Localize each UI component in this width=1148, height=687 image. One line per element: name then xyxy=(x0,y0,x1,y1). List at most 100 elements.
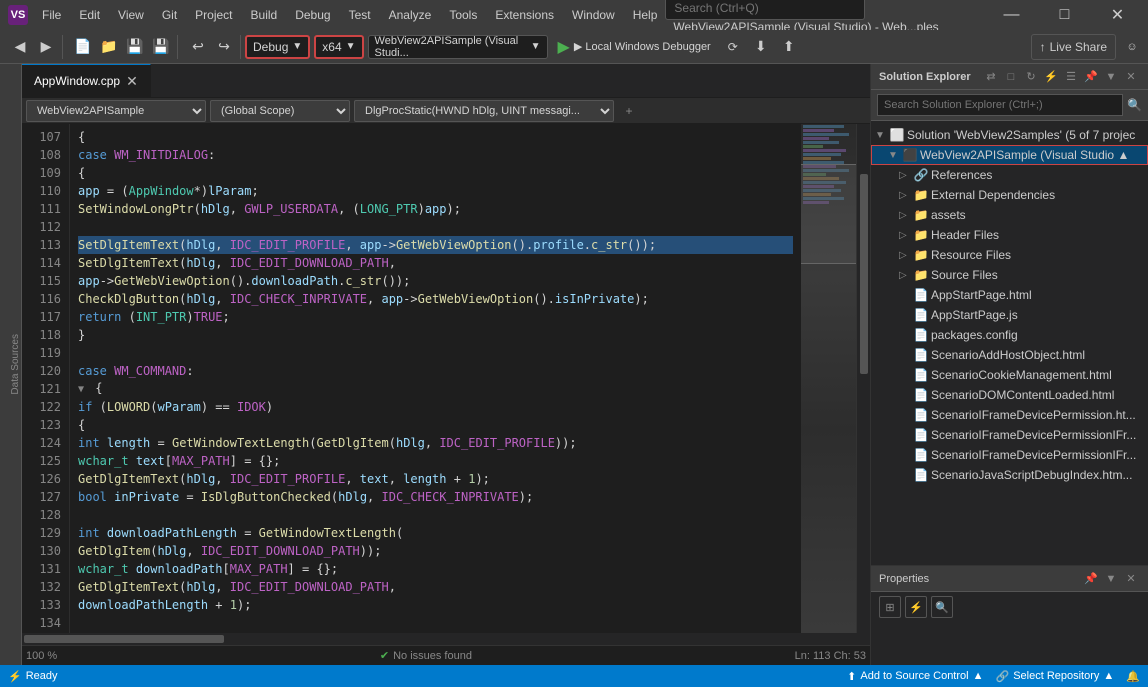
add-to-source-control-button[interactable]: ⬆ Add to Source Control ▲ xyxy=(847,670,983,683)
properties-close-button[interactable]: ✕ xyxy=(1122,570,1140,588)
se-sync-button[interactable]: ⇄ xyxy=(982,68,1000,86)
live-share-button[interactable]: ↑ Live Share xyxy=(1031,34,1116,60)
tree-item-appstartpage-html[interactable]: 📄 AppStartPage.html xyxy=(871,285,1148,305)
tree-item-resource-files[interactable]: ▷ 📁 Resource Files xyxy=(871,245,1148,265)
left-sidebar: Data Sources Toolbox xyxy=(0,64,22,665)
feedback-button[interactable]: ☺ xyxy=(1120,35,1144,59)
tree-item-scenario-cookie[interactable]: 📄 ScenarioCookieManagement.html xyxy=(871,365,1148,385)
add-tab-button[interactable]: + xyxy=(618,100,640,122)
debug-config-dropdown[interactable]: Debug ▼ xyxy=(245,35,310,59)
scroll-thumb[interactable] xyxy=(860,174,868,374)
se-pin-button[interactable]: 📌 xyxy=(1082,68,1100,86)
tree-item-scenario-iframe3[interactable]: 📄 ScenarioIFrameDevicePermissionIFr... xyxy=(871,445,1148,465)
live-share-icon: ↑ xyxy=(1040,40,1046,54)
scroll-indicator[interactable] xyxy=(856,124,870,633)
scroll-thumb-horizontal[interactable] xyxy=(24,635,224,643)
forward-button[interactable]: ▶ xyxy=(34,35,58,59)
menu-window[interactable]: Window xyxy=(564,6,623,24)
se-menu-button[interactable]: ▼ xyxy=(1102,68,1120,86)
solution-explorer: Solution Explorer ⇄ □ ↻ ⚡ ☰ 📌 ▼ ✕ 🔍 ▼ ⬜ xyxy=(870,64,1148,665)
save-all-button[interactable]: 💾 xyxy=(149,35,173,59)
tree-item-scenario-dom[interactable]: 📄 ScenarioDOMContentLoaded.html xyxy=(871,385,1148,405)
tree-item-header-files[interactable]: ▷ 📁 Header Files xyxy=(871,225,1148,245)
tree-item-assets[interactable]: ▷ 📁 assets xyxy=(871,205,1148,225)
horizontal-scrollbar[interactable] xyxy=(22,633,870,645)
menu-analyze[interactable]: Analyze xyxy=(381,6,440,24)
ready-icon: ⚡ xyxy=(8,670,22,683)
se-collapse-button[interactable]: □ xyxy=(1002,68,1020,86)
close-button[interactable]: ✕ xyxy=(1095,0,1140,30)
se-refresh-button[interactable]: ↻ xyxy=(1022,68,1040,86)
platform-dropdown[interactable]: x64 ▼ xyxy=(314,35,363,59)
tab-appwindow-cpp[interactable]: AppWindow.cpp ✕ xyxy=(22,64,151,98)
se-close-button[interactable]: ✕ xyxy=(1122,68,1140,86)
zoom-level[interactable]: 100 % xyxy=(26,650,57,662)
data-sources-tab[interactable]: Data Sources xyxy=(10,334,21,395)
select-repository-button[interactable]: 🔗 Select Repository ▲ xyxy=(995,670,1114,683)
tree-item-project[interactable]: ▼ ⬛ WebView2APISample (Visual Studio ▲ xyxy=(871,145,1148,165)
properties-search-button[interactable]: 🔍 xyxy=(931,596,953,618)
menu-tools[interactable]: Tools xyxy=(441,6,485,24)
tree-item-scenario-addhost[interactable]: 📄 ScenarioAddHostObject.html xyxy=(871,345,1148,365)
resource-files-label: Resource Files xyxy=(931,248,1011,262)
start-debugger-button[interactable]: ▶ ▶ Local Windows Debugger xyxy=(552,35,717,59)
step-out-button[interactable]: ⬆ xyxy=(777,35,801,59)
properties-grid-button[interactable]: ⊞ xyxy=(879,596,901,618)
undo-button[interactable]: ↩ xyxy=(186,35,210,59)
se-settings-button[interactable]: ☰ xyxy=(1062,68,1080,86)
menu-help[interactable]: Help xyxy=(625,6,666,24)
back-button[interactable]: ◀ xyxy=(8,35,32,59)
menu-view[interactable]: View xyxy=(110,6,152,24)
scope-dropdown-1[interactable]: WebView2APISample xyxy=(26,100,206,122)
menu-file[interactable]: File xyxy=(34,6,69,24)
code-content[interactable]: { case WM_INITDIALOG: { app = (AppWindow… xyxy=(70,124,801,633)
tree-item-scenario-js[interactable]: 📄 ScenarioJavaScriptDebugIndex.htm... xyxy=(871,465,1148,485)
save-button[interactable]: 💾 xyxy=(123,35,147,59)
se-header: Solution Explorer ⇄ □ ↻ ⚡ ☰ 📌 ▼ ✕ xyxy=(871,64,1148,90)
code-line-125: wchar_t text[MAX_PATH] = {}; xyxy=(78,452,793,470)
properties-pin-button[interactable]: 📌 xyxy=(1082,570,1100,588)
new-file-button[interactable]: 📄 xyxy=(71,35,95,59)
notifications-button[interactable]: 🔔 xyxy=(1126,670,1140,683)
tree-item-packages-config[interactable]: 📄 packages.config xyxy=(871,325,1148,345)
menu-project[interactable]: Project xyxy=(187,6,240,24)
scope-dropdown-3[interactable]: DlgProcStatic(HWND hDlg, UINT messagi... xyxy=(354,100,614,122)
step-in-button[interactable]: ⬇ xyxy=(749,35,773,59)
properties-menu-button[interactable]: ▼ xyxy=(1102,570,1120,588)
toolbox-tab[interactable]: Toolbox xyxy=(0,357,2,391)
tree-item-references[interactable]: ▷ 🔗 References xyxy=(871,165,1148,185)
title-search-input[interactable] xyxy=(665,0,865,20)
tree-item-ext-deps[interactable]: ▷ 📁 External Dependencies xyxy=(871,185,1148,205)
code-editor: 107 108 109 110 111 112 113 114 115 116 … xyxy=(22,124,870,633)
se-search-input[interactable] xyxy=(877,94,1123,116)
properties-sort-button[interactable]: ⚡ xyxy=(905,596,927,618)
menu-build[interactable]: Build xyxy=(243,6,286,24)
folder-icon: 📁 xyxy=(914,228,928,242)
step-over-button[interactable]: ⟳ xyxy=(721,35,745,59)
maximize-button[interactable]: □ xyxy=(1042,0,1087,30)
menu-edit[interactable]: Edit xyxy=(71,6,108,24)
redo-button[interactable]: ↪ xyxy=(212,35,236,59)
code-line-107: { xyxy=(78,128,793,146)
minimap-content xyxy=(801,124,856,633)
tree-item-solution[interactable]: ▼ ⬜ Solution 'WebView2Samples' (5 of 7 p… xyxy=(871,125,1148,145)
chevron-down-icon: ▼ xyxy=(292,41,302,52)
menu-git[interactable]: Git xyxy=(154,6,185,24)
menu-debug[interactable]: Debug xyxy=(287,6,338,24)
menu-extensions[interactable]: Extensions xyxy=(487,6,562,24)
scope-dropdown-2[interactable]: (Global Scope) xyxy=(210,100,350,122)
project-config-dropdown[interactable]: WebView2APISample (Visual Studi... ▼ xyxy=(368,35,548,59)
tree-item-source-files[interactable]: ▷ 📁 Source Files xyxy=(871,265,1148,285)
open-button[interactable]: 📁 xyxy=(97,35,121,59)
tree-item-appstartpage-js[interactable]: 📄 AppStartPage.js xyxy=(871,305,1148,325)
tab-close-icon[interactable]: ✕ xyxy=(126,73,138,90)
se-filter-button[interactable]: ⚡ xyxy=(1042,68,1060,86)
tree-item-scenario-iframe2[interactable]: 📄 ScenarioIFrameDevicePermissionIFr... xyxy=(871,425,1148,445)
tree-item-scenario-iframe1[interactable]: 📄 ScenarioIFrameDevicePermission.ht... xyxy=(871,405,1148,425)
minimize-button[interactable]: — xyxy=(989,0,1034,30)
header-files-label: Header Files xyxy=(931,228,999,242)
menu-test[interactable]: Test xyxy=(341,6,379,24)
nav-toolbar-group: ◀ ▶ xyxy=(4,35,63,59)
scenario-dom-label: ScenarioDOMContentLoaded.html xyxy=(931,388,1114,402)
chevron-down-icon: ▼ xyxy=(346,41,356,52)
